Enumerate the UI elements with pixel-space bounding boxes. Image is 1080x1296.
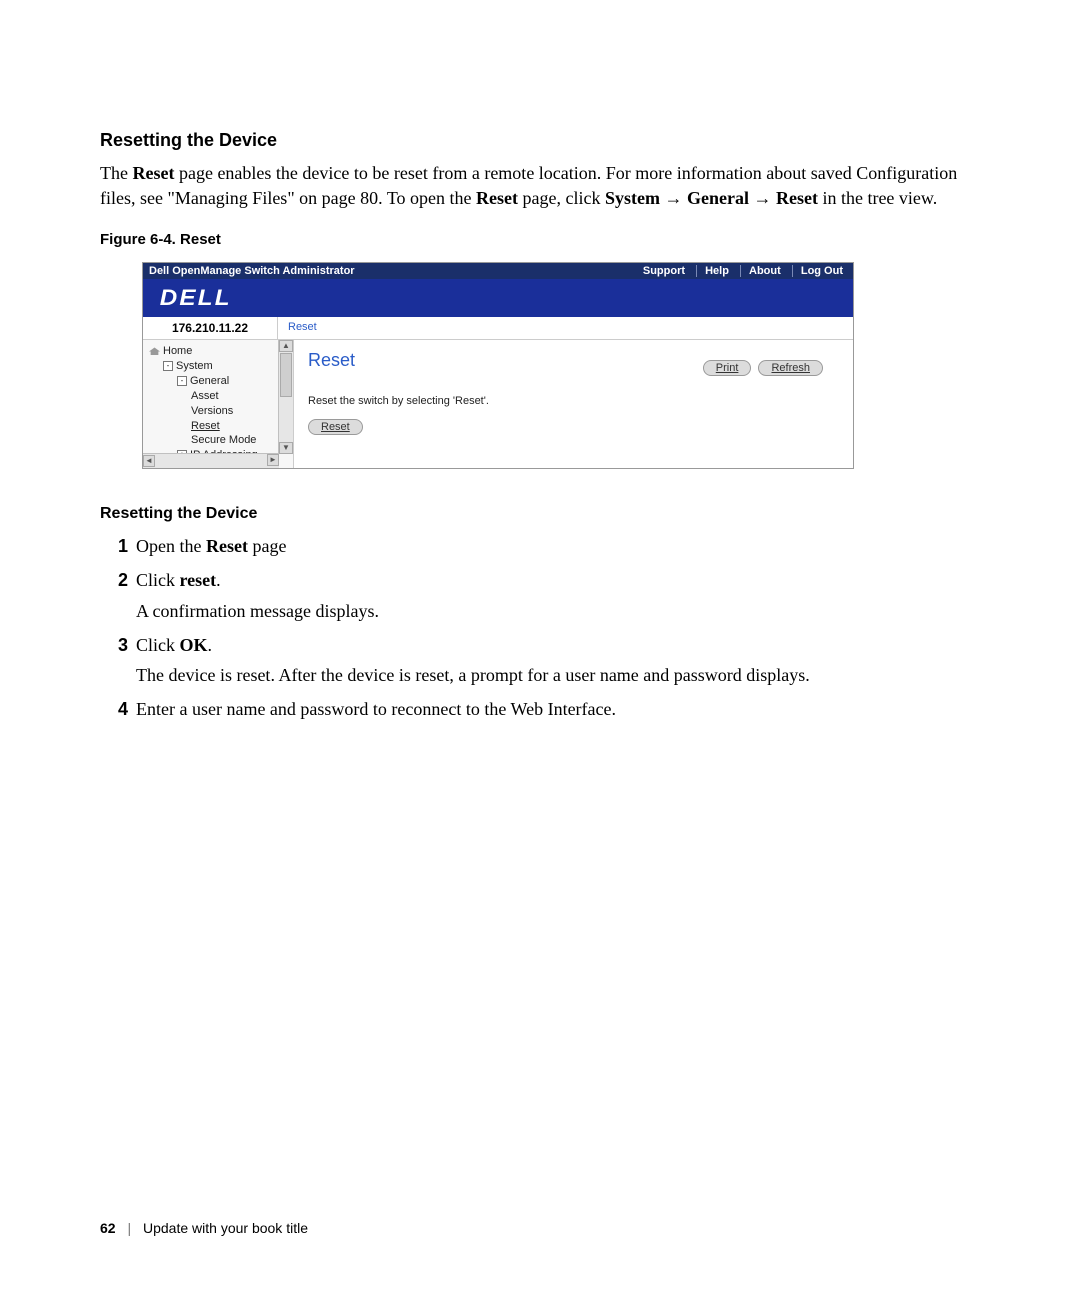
tree-general[interactable]: -General [149,374,289,389]
step-1: Open the Reset page [100,533,980,559]
text: page [248,536,286,556]
link-help[interactable]: Help [696,265,729,277]
text: Enter a user name and password to reconn… [136,696,980,722]
arrow: → [660,188,687,208]
text: Click [136,635,180,655]
steps-list: Open the Reset page Click reset. A confi… [100,533,980,722]
tree-label: General [190,375,229,387]
logo-band: DELL [143,279,853,317]
screenshot-figure: Dell OpenManage Switch Administrator Sup… [142,262,854,469]
app-title: Dell OpenManage Switch Administrator [149,265,355,277]
arrow: → [749,188,776,208]
text: Open the [136,536,206,556]
step-note: The device is reset. After the device is… [136,662,980,688]
scroll-thumb[interactable] [280,353,292,397]
step-note: A confirmation message displays. [136,598,980,624]
tree-system[interactable]: -System [149,359,289,374]
text-bold: Reset [206,536,248,556]
link-about[interactable]: About [740,265,781,277]
text-bold: Reset [132,163,174,183]
link-logout[interactable]: Log Out [792,265,843,277]
reset-button[interactable]: Reset [308,419,363,435]
text: Click [136,570,180,590]
figure-caption: Figure 6-4. Reset [100,231,980,248]
step-2: Click reset. A confirmation message disp… [100,567,980,623]
collapse-icon[interactable]: - [177,376,187,386]
text-bold: reset [180,570,217,590]
tree-reset[interactable]: Reset [149,419,289,434]
page-footer: 62 | Update with your book title [100,1220,308,1236]
text: in the tree view. [818,188,937,208]
ip-address: 176.210.11.22 [143,317,278,339]
dell-logo: DELL [160,285,232,311]
breadcrumb-row: 176.210.11.22 Reset [143,317,853,340]
home-icon [149,347,160,355]
step-4: Enter a user name and password to reconn… [100,696,980,722]
scrollbar-vertical[interactable]: ▲ ▼ [278,340,293,454]
print-button[interactable]: Print [703,360,752,376]
scroll-left-icon[interactable]: ◄ [143,455,155,467]
app-titlebar: Dell OpenManage Switch Administrator Sup… [143,263,853,279]
sub-heading: Resetting the Device [100,505,980,523]
panel-description: Reset the switch by selecting 'Reset'. [308,395,839,407]
nav-tree[interactable]: Home -System -General Asset Versions Res… [143,340,294,468]
section-heading: Resetting the Device [100,130,980,151]
text-bold: Reset [476,188,518,208]
scrollbar-horizontal[interactable]: ◄ ► [143,453,279,468]
tree-home[interactable]: Home [149,344,289,359]
step-3: Click OK. The device is reset. After the… [100,632,980,688]
footer-separator: | [127,1220,131,1236]
tree-label: Home [163,345,192,357]
text-bold: System [605,188,660,208]
scroll-up-icon[interactable]: ▲ [279,340,293,352]
text: The [100,163,132,183]
titlebar-links: Support Help About Log Out [639,265,847,277]
book-title: Update with your book title [143,1220,308,1236]
intro-paragraph: The Reset page enables the device to be … [100,161,980,211]
breadcrumb: Reset [278,317,327,339]
text: page, click [518,188,605,208]
tree-asset[interactable]: Asset [149,389,289,404]
scroll-down-icon[interactable]: ▼ [279,442,293,454]
text: . [208,635,213,655]
link-support[interactable]: Support [643,265,685,277]
tree-versions[interactable]: Versions [149,404,289,419]
tree-label: System [176,360,213,372]
collapse-icon[interactable]: - [163,361,173,371]
refresh-button[interactable]: Refresh [758,360,823,376]
text-bold: Reset [776,188,818,208]
scroll-right-icon[interactable]: ► [267,454,279,466]
text-bold: OK [180,635,208,655]
main-panel: Print Refresh Reset Reset the switch by … [294,340,853,468]
text: . [216,570,221,590]
text-bold: General [687,188,749,208]
tree-secure-mode[interactable]: Secure Mode [149,433,289,448]
page-number: 62 [100,1220,116,1236]
